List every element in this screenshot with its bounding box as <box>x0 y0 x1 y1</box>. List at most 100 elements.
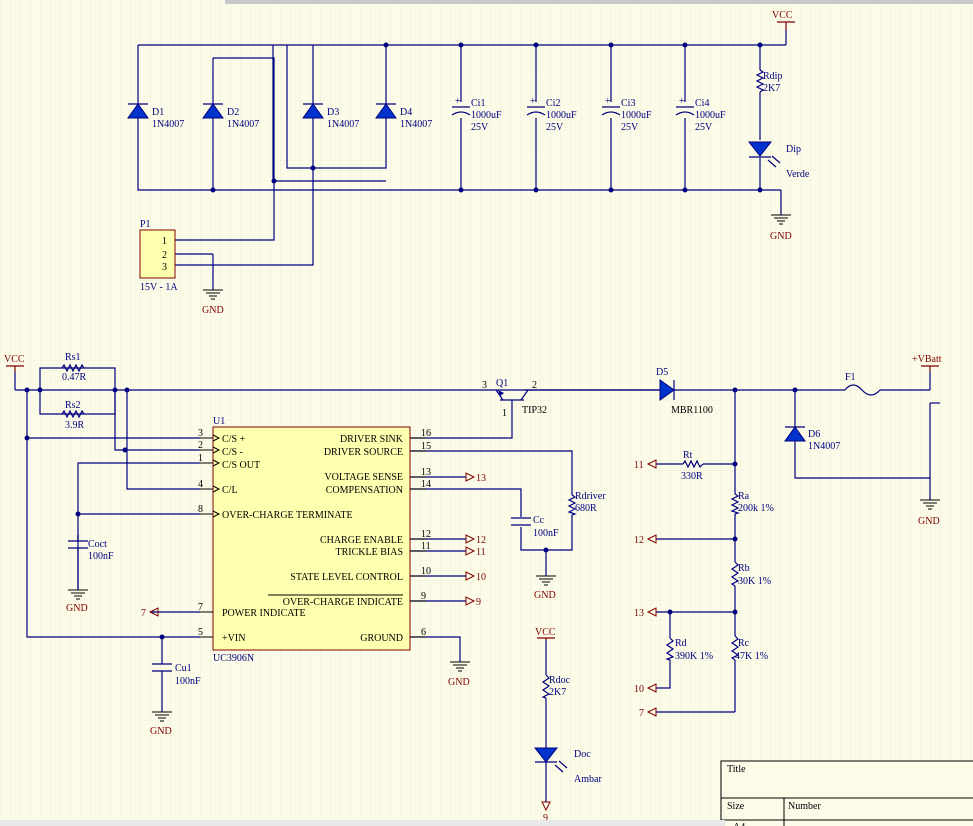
ci3-voltage: 25V <box>621 122 639 133</box>
u1-pin-cs-plus: C/S + <box>222 434 246 445</box>
rb-ref: Rb <box>738 563 750 574</box>
d4-value: 1N4007 <box>400 119 432 130</box>
rdip-value: 2K7 <box>763 83 780 94</box>
u1-pin-num-1: 1 <box>198 453 203 464</box>
rt-ref: Rt <box>683 450 693 461</box>
rdriver-ref: Rdriver <box>575 491 606 502</box>
u1-pin-oc-indicate: OVER-CHARGE INDICATE <box>283 597 403 608</box>
u1-pin-oct: OVER-CHARGE TERMINATE <box>222 510 353 521</box>
gnd-rectifier-label: GND <box>770 231 792 242</box>
ra-ref: Ra <box>738 491 750 502</box>
ci2-ref: Ci2 <box>546 98 560 109</box>
ci2-value: 1000uF <box>546 110 577 121</box>
top-scrollbar[interactable] <box>225 0 973 4</box>
vcc-doc: VCC <box>535 627 556 640</box>
u1-pin-charge-enable: CHARGE ENABLE <box>320 535 403 546</box>
q1-pin-c: 2 <box>532 380 537 391</box>
rs2-ref: Rs2 <box>65 400 81 411</box>
q1-value: TIP32 <box>522 405 547 416</box>
ci2-voltage: 25V <box>546 122 564 133</box>
rb-value: 30K 1% <box>738 576 771 587</box>
size-label: Size <box>727 801 745 812</box>
d2-value: 1N4007 <box>227 119 259 130</box>
d2-ref: D2 <box>227 107 239 118</box>
u1-pin-compensation: COMPENSATION <box>326 485 403 496</box>
gnd-u1-label: GND <box>448 677 470 688</box>
u1-pin-num-12: 12 <box>421 529 431 540</box>
u1-pin-cl: C/L <box>222 485 238 496</box>
u1-pin-num-11: 11 <box>421 541 431 552</box>
p1-pin-1: 1 <box>162 236 167 247</box>
d5-ref: D5 <box>656 367 668 378</box>
u1-pin-num-4: 4 <box>198 479 203 490</box>
u1-pin-driver-source: DRIVER SOURCE <box>324 447 403 458</box>
doc-value: Ambar <box>574 774 602 785</box>
q1-ref: Q1 <box>496 378 508 389</box>
port-13: 13 <box>476 473 486 484</box>
rd-ref: Rd <box>675 638 687 649</box>
ci3-ref: Ci3 <box>621 98 635 109</box>
u1-pin-cs-minus: C/S - <box>222 447 243 458</box>
rc-ref: Rc <box>738 638 750 649</box>
port-div-10: 10 <box>634 684 644 695</box>
port-div-11: 11 <box>634 460 644 471</box>
port-div-13: 13 <box>634 608 644 619</box>
u1-value: UC3906N <box>213 653 254 664</box>
d6-value: 1N4007 <box>808 441 840 452</box>
rs2-value: 3.9R <box>65 420 85 431</box>
rdoc-value: 2K7 <box>549 687 566 698</box>
port-div-12: 12 <box>634 535 644 546</box>
rs1-value: 0.47R <box>62 372 87 383</box>
svg-text:+: + <box>455 96 461 107</box>
cc-value: 100nF <box>533 528 559 539</box>
svg-text:+: + <box>679 96 685 107</box>
d1-ref: D1 <box>152 107 164 118</box>
p1-pin-2: 2 <box>162 250 167 261</box>
u1-pin-voltage-sense: VOLTAGE SENSE <box>324 472 403 483</box>
dip-value: Verde <box>786 169 810 180</box>
port-div-7: 7 <box>639 708 644 719</box>
bottom-scrollbar[interactable] <box>0 820 725 826</box>
u1-pin-trickle-bias: TRICKLE BIAS <box>336 547 404 558</box>
dip-ref: Dip <box>786 144 801 155</box>
u1-pin-num-13: 13 <box>421 467 431 478</box>
connector-p1[interactable]: P1 1 2 3 15V - 1A <box>139 219 178 293</box>
u1-pin-driver-sink: DRIVER SINK <box>340 434 404 445</box>
d5-value: MBR1100 <box>671 405 713 416</box>
u1-pin-num-3: 3 <box>198 428 203 439</box>
ci1-ref: Ci1 <box>471 98 485 109</box>
u1-pin-num-2: 2 <box>198 440 203 451</box>
port-11: 11 <box>476 547 486 558</box>
cc-ref: Cc <box>533 515 545 526</box>
u1-pin-power-indicate: POWER INDICATE <box>222 608 306 619</box>
title-block: Title Size Number A4 <box>720 760 973 826</box>
p1-pin-3: 3 <box>162 262 167 273</box>
p1-ref: P1 <box>140 219 151 230</box>
gnd-coct-label: GND <box>66 603 88 614</box>
rt-value: 330R <box>681 471 703 482</box>
q1-pin-e: 3 <box>482 380 487 391</box>
u1-pin-num-5: 5 <box>198 627 203 638</box>
rdip-ref: Rdip <box>763 71 782 82</box>
d1-value: 1N4007 <box>152 119 184 130</box>
ci1-voltage: 25V <box>471 122 489 133</box>
u1-pin-cs-out: C/S OUT <box>222 460 260 471</box>
f1-ref: F1 <box>845 372 856 383</box>
u1-pin-num-9: 9 <box>421 591 426 602</box>
u1-ref: U1 <box>213 416 225 427</box>
d4-ref: D4 <box>400 107 412 118</box>
u1-pin-num-14: 14 <box>421 479 431 490</box>
port-9: 9 <box>476 597 481 608</box>
d6-ref: D6 <box>808 429 820 440</box>
vcc-top-label: VCC <box>772 10 793 21</box>
gnd-cu1-label: GND <box>150 726 172 737</box>
u1-pin-num-15: 15 <box>421 441 431 452</box>
gnd-cc-label: GND <box>534 590 556 601</box>
vbatt-label: +VBatt <box>912 354 942 365</box>
doc-ref: Doc <box>574 749 591 760</box>
port-10: 10 <box>476 572 486 583</box>
rs1-ref: Rs1 <box>65 352 81 363</box>
p1-value: 15V - 1A <box>140 282 178 293</box>
coct-ref: Coct <box>88 539 107 550</box>
gnd-p1-label: GND <box>202 305 224 316</box>
